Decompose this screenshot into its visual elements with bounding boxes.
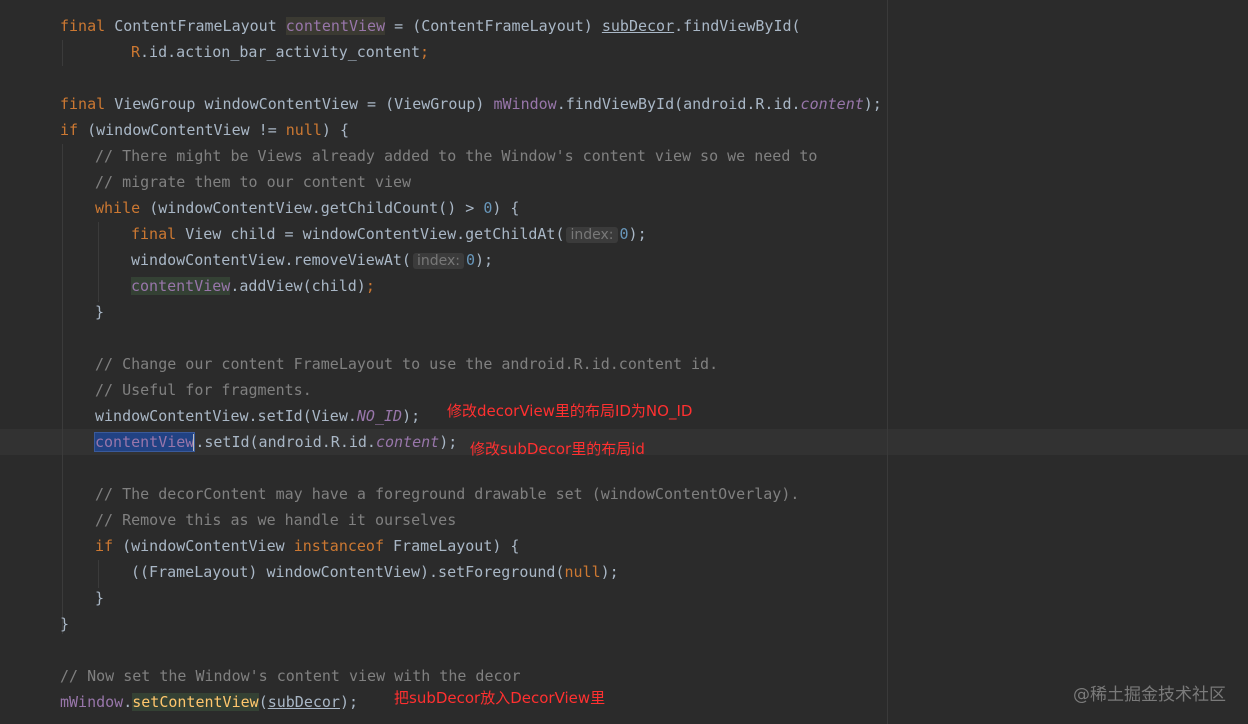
code-token: if (95, 537, 123, 555)
code-token: .findViewById(android.R.id. (556, 95, 801, 113)
code-token: ); (439, 433, 458, 451)
indent-guide (62, 144, 63, 634)
indent-guide (98, 222, 99, 302)
code-token: ); (475, 251, 494, 269)
parameter-hint: index: (566, 227, 618, 243)
code-token: View child = windowContentView.getChildA… (185, 225, 565, 243)
code-token: ; (420, 43, 430, 61)
annotation-text: 修改subDecor里的布局id (470, 440, 645, 458)
code-token: ); (863, 95, 882, 113)
code-line[interactable]: final View child = windowContentView.get… (131, 221, 647, 247)
code-token: .id.action_bar_activity_content (140, 43, 420, 61)
code-token: windowContentView.removeViewAt( (131, 251, 411, 269)
code-token: 0 (483, 199, 493, 217)
code-token: ) { (492, 199, 520, 217)
code-token: ); (339, 693, 359, 711)
code-token: (windowContentView != (87, 121, 286, 139)
code-token: . (674, 17, 684, 35)
indent-guide (62, 40, 63, 66)
code-token: (windowContentView.getChildCount() > (149, 199, 484, 217)
code-token: windowContentView.setId(View. (95, 407, 357, 425)
code-token: . (123, 693, 133, 711)
code-token: = (ContentFrameLayout) (385, 17, 602, 35)
code-token: mWindow (493, 95, 557, 113)
code-token: R (131, 43, 141, 61)
code-line[interactable]: } (60, 611, 69, 637)
code-line[interactable]: final ViewGroup windowContentView = (Vie… (60, 91, 882, 117)
code-line[interactable]: windowContentView.setId(View.NO_ID); (95, 403, 420, 429)
code-token-selected: contentView (93, 432, 196, 452)
code-comment[interactable]: // The decorContent may have a foregroun… (95, 481, 799, 507)
code-comment[interactable]: // migrate them to our content view (95, 169, 411, 195)
code-token: instanceof (293, 537, 394, 555)
code-token: null (564, 563, 601, 581)
code-line[interactable]: contentView.setId(android.R.id.content); (93, 429, 458, 455)
code-line[interactable]: ((FrameLayout) windowContentView).setFor… (131, 559, 619, 585)
code-token: .addView(child) (230, 277, 366, 295)
code-token: ((FrameLayout) windowContentView).setFor… (131, 563, 565, 581)
code-token: content (800, 95, 864, 113)
code-comment[interactable]: // Change our content FrameLayout to use… (95, 351, 718, 377)
code-comment[interactable]: // Remove this as we handle it ourselves (95, 507, 456, 533)
code-token: mWindow (60, 693, 124, 711)
code-line[interactable]: if (windowContentView != null) { (60, 117, 349, 143)
code-comment[interactable]: // Now set the Window's content view wit… (60, 663, 521, 689)
code-token: ; (365, 277, 375, 295)
code-line[interactable]: while (windowContentView.getChildCount()… (95, 195, 519, 221)
code-token: subDecor (601, 17, 675, 35)
code-token: findViewById( (683, 17, 801, 35)
code-line[interactable]: windowContentView.removeViewAt(index: 0); (131, 247, 493, 273)
code-token: .setId(android.R.id. (195, 433, 376, 451)
code-token: contentView (285, 17, 386, 35)
code-token: ); (402, 407, 421, 425)
code-token: subDecor (267, 693, 340, 711)
code-line[interactable]: final ContentFrameLayout contentView = (… (60, 13, 801, 39)
annotation-text: 把subDecor放入DecorView里 (394, 689, 606, 707)
watermark: @稀土掘金技术社区 (1073, 685, 1226, 705)
parameter-hint: index: (412, 253, 464, 269)
annotation-text: 修改decorView里的布局ID为NO_ID (447, 402, 693, 420)
code-token: setContentView (132, 693, 259, 711)
code-token: while (95, 199, 150, 217)
code-token: ) { (321, 121, 349, 139)
code-line[interactable]: if (windowContentView instanceof FrameLa… (95, 533, 519, 559)
code-token: NO_ID (356, 407, 403, 425)
indent-guide (98, 560, 99, 588)
code-line[interactable]: } (95, 299, 104, 325)
code-token: FrameLayout) { (393, 537, 520, 555)
code-token: if (60, 121, 88, 139)
code-token: final (131, 225, 186, 243)
code-line[interactable]: contentView.addView(child); (131, 273, 375, 299)
code-line[interactable]: mWindow.setContentView(subDecor); (60, 689, 358, 715)
code-token: (windowContentView (122, 537, 294, 555)
code-token: content (375, 433, 440, 451)
code-token: ( (258, 693, 268, 711)
code-token: ); (628, 225, 647, 243)
code-token: 0 (466, 251, 476, 269)
code-editor[interactable]: final ContentFrameLayout contentView = (… (0, 0, 1248, 724)
code-token: ViewGroup windowContentView = (ViewGroup… (114, 95, 494, 113)
code-comment[interactable]: // Useful for fragments. (95, 377, 312, 403)
code-comment[interactable]: // There might be Views already added to… (95, 143, 817, 169)
code-token: null (285, 121, 322, 139)
code-token: 0 (619, 225, 629, 243)
right-margin-guide (887, 0, 888, 724)
code-token: ); (600, 563, 619, 581)
code-line[interactable]: R.id.action_bar_activity_content; (131, 39, 429, 65)
code-token: final (60, 17, 115, 35)
code-line[interactable]: } (95, 585, 104, 611)
code-token: final (60, 95, 115, 113)
code-token: contentView (131, 277, 231, 295)
code-token: ContentFrameLayout (114, 17, 286, 35)
